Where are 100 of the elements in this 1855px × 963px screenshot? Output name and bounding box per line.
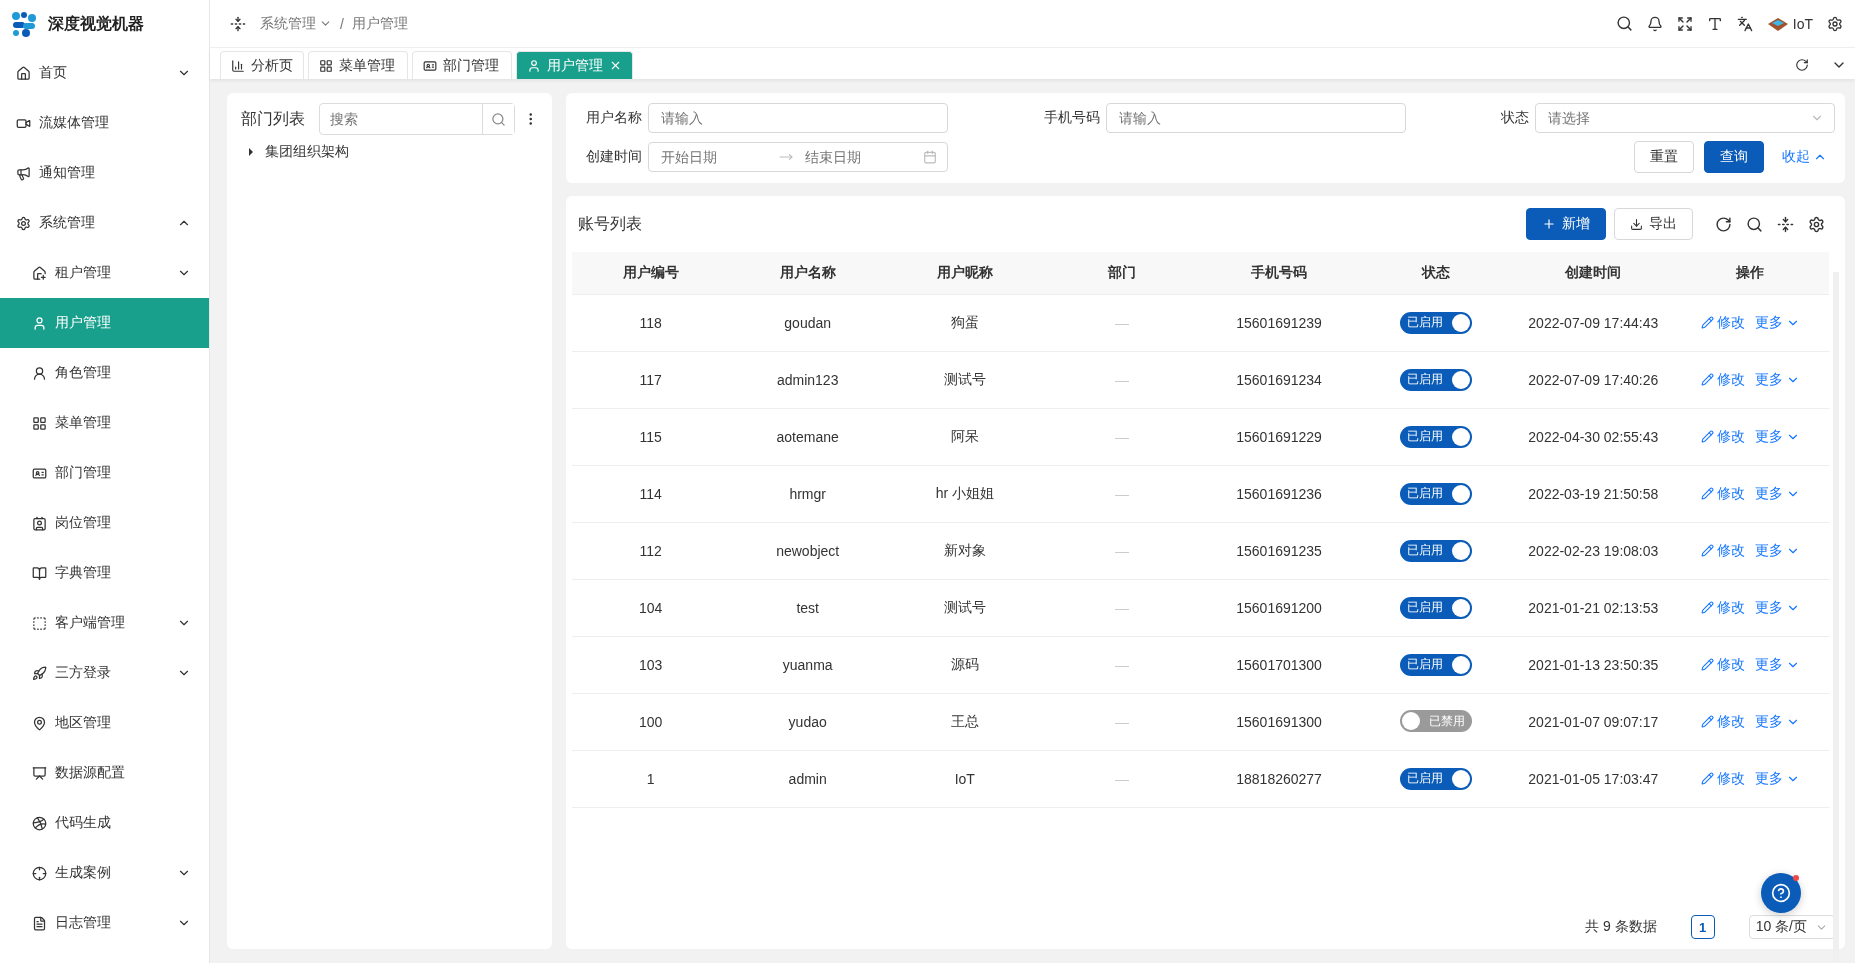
- tab[interactable]: 分析页: [220, 51, 304, 79]
- bell-icon[interactable]: [1646, 15, 1663, 32]
- more-link[interactable]: 更多: [1754, 655, 1800, 674]
- column-header: 创建时间: [1514, 252, 1672, 294]
- close-icon[interactable]: [609, 59, 622, 72]
- sidebar-item[interactable]: 通知管理: [0, 148, 209, 198]
- refresh-icon[interactable]: [1715, 215, 1732, 233]
- more-link[interactable]: 更多: [1754, 427, 1800, 446]
- help-button[interactable]: [1761, 873, 1801, 913]
- table-cell: 阿呆: [886, 408, 1044, 465]
- edit-link[interactable]: 修改: [1700, 769, 1745, 788]
- search-icon[interactable]: [1615, 15, 1633, 32]
- id-card-icon: [423, 58, 437, 73]
- input-box[interactable]: 请输入: [1105, 103, 1406, 133]
- table-cell: admin: [729, 750, 887, 807]
- sidebar-item[interactable]: 数据源配置: [0, 748, 209, 798]
- table-cell: 15601691234: [1200, 351, 1358, 408]
- empty-dash: —: [1114, 713, 1129, 730]
- status-switch[interactable]: 已启用: [1400, 368, 1473, 391]
- select-box[interactable]: 请选择: [1535, 103, 1835, 133]
- sidebar-item[interactable]: 角色管理: [0, 348, 209, 398]
- reset-button[interactable]: 重置: [1634, 141, 1694, 173]
- collapse-link[interactable]: 收起: [1774, 148, 1835, 166]
- input-field[interactable]: 请输入: [659, 105, 937, 131]
- tab[interactable]: 用户管理: [516, 51, 633, 79]
- more-link[interactable]: 更多: [1754, 484, 1800, 503]
- column-height-icon[interactable]: [1777, 215, 1794, 233]
- more-link[interactable]: 更多: [1754, 769, 1800, 788]
- square-icon: [32, 615, 47, 631]
- status-switch[interactable]: 已启用: [1400, 311, 1473, 334]
- breadcrumb-item[interactable]: 用户管理: [351, 14, 408, 33]
- status-switch[interactable]: 已启用: [1400, 482, 1473, 505]
- search-box[interactable]: 搜索: [318, 103, 515, 135]
- table-cell: aotemane: [729, 408, 887, 465]
- status-switch[interactable]: 已启用: [1400, 596, 1473, 619]
- sidebar-item[interactable]: 日志管理: [0, 898, 209, 948]
- edit-link[interactable]: 修改: [1700, 541, 1745, 560]
- translate-icon[interactable]: [1736, 15, 1753, 32]
- start-date-field[interactable]: 开始日期: [659, 144, 769, 170]
- field-label: 手机号码: [1043, 109, 1100, 127]
- settings-icon[interactable]: [1827, 15, 1843, 32]
- sidebar-item[interactable]: 系统管理: [0, 198, 209, 248]
- more-link[interactable]: 更多: [1754, 712, 1800, 731]
- sidebar-item[interactable]: 用户管理: [0, 298, 209, 348]
- sidebar-item[interactable]: 客户端管理: [0, 598, 209, 648]
- sidebar-item[interactable]: 首页: [0, 48, 209, 98]
- fullscreen-icon[interactable]: [1676, 15, 1693, 32]
- id-card-icon: [32, 465, 47, 481]
- empty-dash: —: [1114, 770, 1129, 787]
- more-link[interactable]: 更多: [1754, 598, 1800, 617]
- export-button[interactable]: 导出: [1614, 208, 1693, 240]
- add-button[interactable]: 新增: [1526, 208, 1606, 240]
- refresh-icon[interactable]: [1795, 58, 1809, 72]
- more-link[interactable]: 更多: [1754, 370, 1800, 389]
- status-switch[interactable]: 已启用: [1400, 425, 1473, 448]
- edit-link[interactable]: 修改: [1700, 484, 1745, 503]
- grid-icon: [319, 58, 333, 73]
- sidebar-item[interactable]: 三方登录: [0, 648, 209, 698]
- sidebar-item[interactable]: 字典管理: [0, 548, 209, 598]
- page-button[interactable]: 1: [1690, 915, 1715, 939]
- table-cell: 15601691229: [1200, 408, 1358, 465]
- edit-link[interactable]: 修改: [1700, 313, 1745, 332]
- field-label: 用户名称: [586, 109, 642, 127]
- status-switch[interactable]: 已启用: [1400, 767, 1473, 790]
- empty-dash: —: [1114, 485, 1129, 502]
- edit-link[interactable]: 修改: [1700, 370, 1745, 389]
- tab[interactable]: 部门管理: [412, 51, 512, 79]
- sidebar-item[interactable]: 租户管理: [0, 248, 209, 298]
- end-date-field[interactable]: 结束日期: [803, 144, 913, 170]
- more-link[interactable]: 更多: [1754, 313, 1800, 332]
- sidebar-item[interactable]: 地区管理: [0, 698, 209, 748]
- status-switch[interactable]: 已启用: [1400, 539, 1473, 562]
- edit-link[interactable]: 修改: [1700, 427, 1745, 446]
- plus-icon: [1542, 217, 1556, 231]
- sidebar-item[interactable]: 部门管理: [0, 448, 209, 498]
- search-icon[interactable]: [1746, 215, 1763, 233]
- grid-icon: [32, 415, 47, 431]
- column-header: 手机号码: [1200, 252, 1358, 294]
- input-box[interactable]: 请输入: [648, 103, 948, 133]
- breadcrumb-item[interactable]: 系统管理: [260, 14, 332, 33]
- font-size-icon[interactable]: [1706, 15, 1723, 32]
- status-switch[interactable]: 已启用: [1400, 653, 1473, 676]
- tree-node[interactable]: 集团组织架构: [241, 143, 538, 161]
- sidebar-item[interactable]: 代码生成: [0, 798, 209, 848]
- query-button[interactable]: 查询: [1704, 141, 1764, 173]
- user-name[interactable]: IoT: [1792, 15, 1813, 32]
- input-field[interactable]: 请输入: [1116, 105, 1395, 131]
- date-range-box[interactable]: 开始日期 结束日期: [648, 142, 948, 172]
- edit-link[interactable]: 修改: [1700, 598, 1745, 617]
- rocket-icon: [32, 665, 47, 681]
- sidebar-item[interactable]: 生成案例: [0, 848, 209, 898]
- more-link[interactable]: 更多: [1754, 541, 1800, 560]
- sidebar-item[interactable]: 岗位管理: [0, 498, 209, 548]
- sidebar-item[interactable]: 菜单管理: [0, 398, 209, 448]
- sidebar-item[interactable]: 流媒体管理: [0, 98, 209, 148]
- tab[interactable]: 菜单管理: [308, 51, 408, 79]
- select-field[interactable]: 请选择: [1546, 105, 1800, 131]
- edit-link[interactable]: 修改: [1700, 712, 1745, 731]
- settings-icon[interactable]: [1808, 215, 1825, 233]
- edit-link[interactable]: 修改: [1700, 655, 1745, 674]
